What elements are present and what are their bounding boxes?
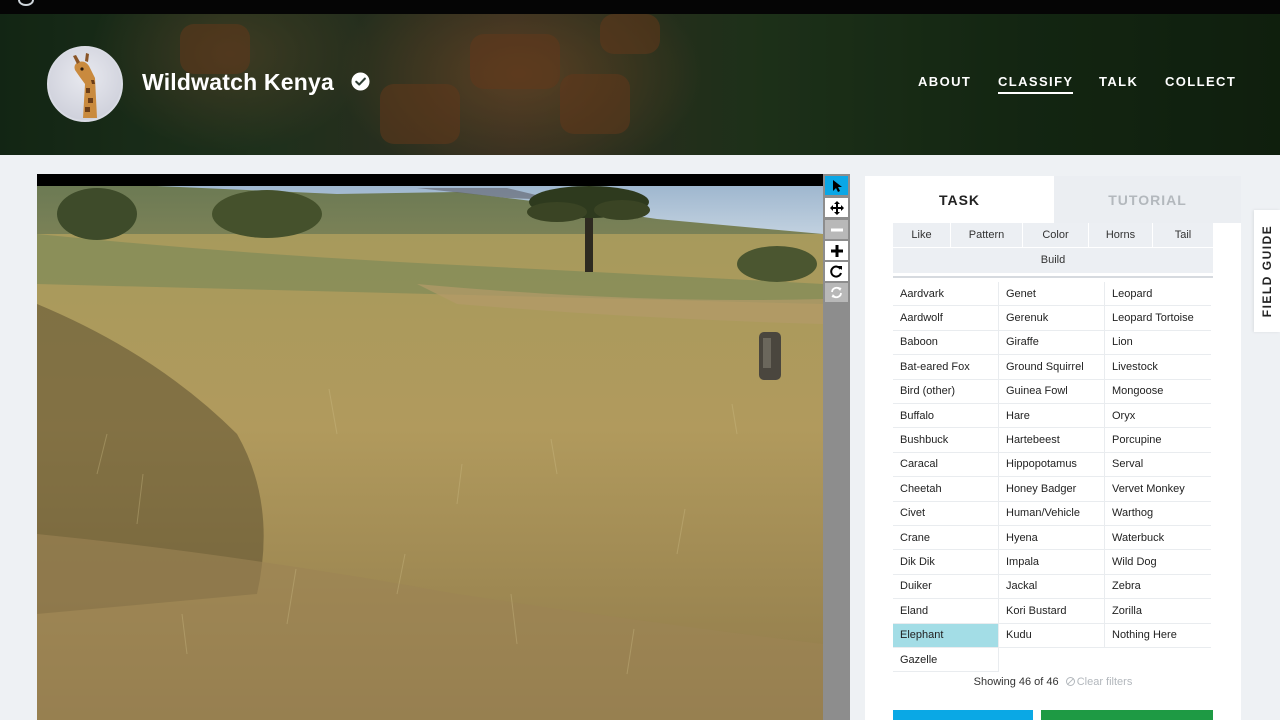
choice-elephant[interactable]: Elephant bbox=[893, 623, 999, 648]
move-tool[interactable] bbox=[825, 198, 848, 217]
choice-human-vehicle[interactable]: Human/Vehicle bbox=[999, 501, 1105, 526]
choice-zebra[interactable]: Zebra bbox=[1105, 575, 1211, 600]
characteristic-filters: Like Pattern Color Horns Tail Build bbox=[893, 223, 1213, 273]
clear-icon bbox=[1065, 677, 1075, 686]
choice-giraffe[interactable]: Giraffe bbox=[999, 330, 1105, 356]
clear-filters-label: Clear filters bbox=[1076, 676, 1133, 688]
zoom-in-tool[interactable] bbox=[825, 241, 848, 260]
choice-aardvark[interactable]: Aardvark bbox=[893, 282, 999, 307]
choice-vervet-monkey[interactable]: Vervet Monkey bbox=[1105, 477, 1211, 502]
rotate-icon bbox=[830, 265, 842, 278]
filter-tail[interactable]: Tail bbox=[1153, 223, 1213, 247]
reset-icon bbox=[831, 286, 842, 299]
filter-pattern[interactable]: Pattern bbox=[951, 223, 1023, 247]
species-choices: Aardvark Aardwolf Baboon Bat-eared Fox Bird … bbox=[893, 282, 1213, 674]
choice-buffalo[interactable]: Buffalo bbox=[893, 404, 999, 429]
filter-horns[interactable]: Horns bbox=[1089, 223, 1153, 247]
choice-crane[interactable]: Crane bbox=[893, 526, 999, 551]
choice-genet[interactable]: Genet bbox=[999, 282, 1105, 307]
nav-talk[interactable]: TALK bbox=[1099, 74, 1138, 89]
nav-classify[interactable]: CLASSIFY bbox=[998, 74, 1074, 94]
choice-caracal[interactable]: Caracal bbox=[893, 452, 999, 478]
choice-hyena[interactable]: Hyena bbox=[999, 526, 1105, 551]
choice-bushbuck[interactable]: Bushbuck bbox=[893, 428, 999, 453]
filter-like[interactable]: Like bbox=[893, 223, 951, 247]
choice-impala[interactable]: Impala bbox=[999, 550, 1105, 575]
choice-leopard[interactable]: Leopard bbox=[1105, 282, 1211, 307]
choice-oryx[interactable]: Oryx bbox=[1105, 404, 1211, 429]
showing-count: Showing 46 of 46 Clear filters bbox=[893, 676, 1213, 688]
project-header: Wildwatch Kenya ABOUT CLASSIFY TALK COLL… bbox=[0, 14, 1280, 155]
rotate-tool[interactable] bbox=[825, 262, 848, 281]
done-and-talk-button[interactable] bbox=[1041, 710, 1213, 720]
move-icon bbox=[829, 200, 844, 215]
choice-serval[interactable]: Serval bbox=[1105, 453, 1211, 478]
zooniverse-logo-icon[interactable] bbox=[18, 0, 34, 6]
choice-gazelle[interactable]: Gazelle bbox=[893, 648, 999, 673]
choice-kori-bustard[interactable]: Kori Bustard bbox=[999, 599, 1105, 624]
choice-duiker[interactable]: Duiker bbox=[893, 574, 999, 600]
choice-hare[interactable]: Hare bbox=[999, 404, 1105, 429]
filter-build[interactable]: Build bbox=[893, 247, 1213, 271]
choice-jackal[interactable]: Jackal bbox=[999, 574, 1105, 600]
choice-guinea-fowl[interactable]: Guinea Fowl bbox=[999, 379, 1105, 404]
choice-aardwolf[interactable]: Aardwolf bbox=[893, 306, 999, 331]
nav-about[interactable]: ABOUT bbox=[918, 74, 971, 89]
top-bar bbox=[0, 0, 1280, 14]
choice-leopard-tortoise[interactable]: Leopard Tortoise bbox=[1105, 306, 1211, 331]
pointer-tool[interactable] bbox=[825, 176, 848, 195]
project-nav: ABOUT CLASSIFY TALK COLLECT bbox=[0, 74, 1280, 104]
task-panel: TASK TUTORIAL Like Pattern Color Horns T… bbox=[865, 176, 1241, 720]
field-guide-label: FIELD GUIDE bbox=[1260, 224, 1274, 318]
choice-ground-squirrel[interactable]: Ground Squirrel bbox=[999, 355, 1105, 380]
choice-cheetah[interactable]: Cheetah bbox=[893, 477, 999, 502]
choice-hartebeest[interactable]: Hartebeest bbox=[999, 428, 1105, 453]
choice-kudu[interactable]: Kudu bbox=[999, 623, 1105, 648]
tab-task[interactable]: TASK bbox=[865, 176, 1054, 223]
done-button[interactable] bbox=[893, 710, 1033, 720]
pointer-icon bbox=[832, 179, 842, 192]
zoom-out-tool[interactable] bbox=[825, 220, 848, 239]
reset-tool[interactable] bbox=[825, 283, 848, 302]
choice-livestock[interactable]: Livestock bbox=[1105, 355, 1211, 380]
showing-count-text: Showing 46 of 46 bbox=[973, 676, 1059, 688]
choice-hippopotamus[interactable]: Hippopotamus bbox=[999, 452, 1105, 478]
choice-porcupine[interactable]: Porcupine bbox=[1105, 428, 1211, 453]
choice-waterbuck[interactable]: Waterbuck bbox=[1105, 526, 1211, 551]
choice-honey-badger[interactable]: Honey Badger bbox=[999, 477, 1105, 502]
choice-dik-dik[interactable]: Dik Dik bbox=[893, 550, 999, 575]
field-guide-tab[interactable]: FIELD GUIDE bbox=[1254, 210, 1280, 332]
choice-nothing-here[interactable]: Nothing Here bbox=[1105, 624, 1211, 648]
viewer-toolbar bbox=[823, 174, 850, 720]
choice-mongoose[interactable]: Mongoose bbox=[1105, 380, 1211, 404]
choice-baboon[interactable]: Baboon bbox=[893, 330, 999, 356]
clear-filters-button[interactable]: Clear filters bbox=[1065, 676, 1133, 688]
nav-collect[interactable]: COLLECT bbox=[1165, 74, 1236, 89]
tab-tutorial[interactable]: TUTORIAL bbox=[1054, 176, 1241, 223]
choice-zorilla[interactable]: Zorilla bbox=[1105, 599, 1211, 624]
choice-gerenuk[interactable]: Gerenuk bbox=[999, 306, 1105, 331]
choice-bird-other-[interactable]: Bird (other) bbox=[893, 379, 999, 404]
filters-divider bbox=[893, 276, 1213, 278]
choice-civet[interactable]: Civet bbox=[893, 501, 999, 526]
zoom-in-icon bbox=[830, 244, 843, 257]
choice-bat-eared-fox[interactable]: Bat-eared Fox bbox=[893, 355, 999, 380]
filter-color[interactable]: Color bbox=[1023, 223, 1089, 247]
choice-wild-dog[interactable]: Wild Dog bbox=[1105, 550, 1211, 575]
choice-lion[interactable]: Lion bbox=[1105, 331, 1211, 356]
choice-eland[interactable]: Eland bbox=[893, 599, 999, 624]
camera-trap-photo bbox=[37, 174, 823, 720]
subject-image[interactable] bbox=[37, 174, 823, 720]
choice-warthog[interactable]: Warthog bbox=[1105, 502, 1211, 526]
zoom-out-icon bbox=[830, 228, 843, 231]
